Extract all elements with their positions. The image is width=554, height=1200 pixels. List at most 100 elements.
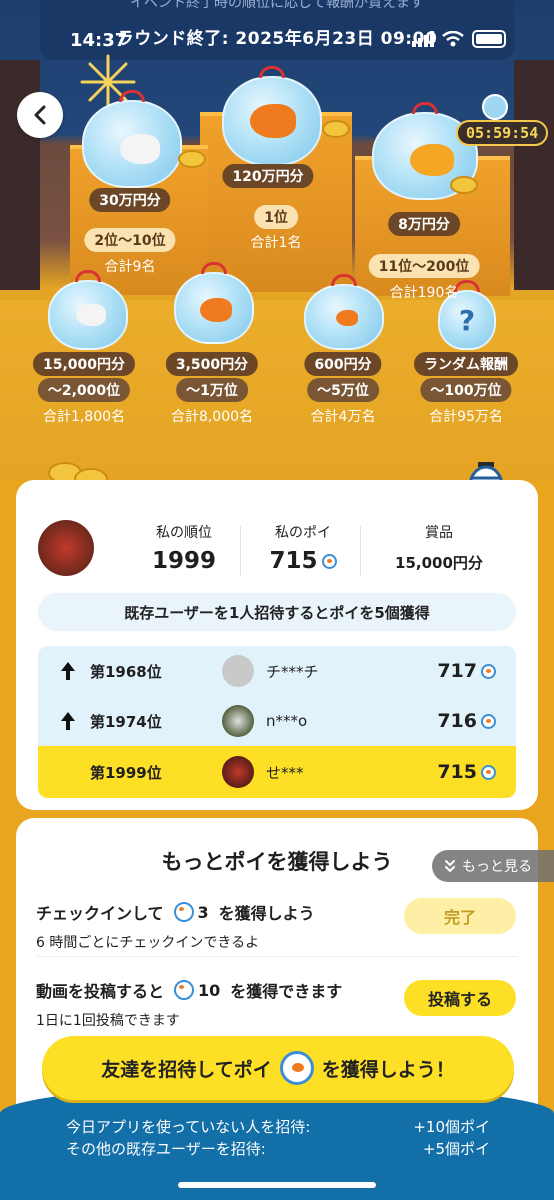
- tier-count: 合計1,800名: [42, 409, 126, 425]
- poi-icon: [279, 1051, 314, 1085]
- question-mark-icon: ?: [458, 303, 476, 337]
- ranking-row-me[interactable]: 第1999位 せ*** 715: [38, 746, 516, 798]
- mission-amount: 3: [197, 902, 209, 922]
- countdown-timer: 05:59:54: [456, 120, 549, 146]
- ranking-username: n***o: [266, 712, 308, 730]
- chevron-left-icon: [34, 105, 46, 125]
- post-video-button[interactable]: 投稿する: [404, 980, 516, 1016]
- goldfish-timer-icon: [482, 94, 508, 120]
- my-avatar: [38, 520, 94, 576]
- tier-count: 合計190名: [389, 285, 459, 301]
- mission-checkin: チェックインして 3 を獲得しよう 6 時間ごとにチェックインできるよ 完了: [36, 898, 516, 952]
- tier-prize: ランダム報酬: [414, 352, 518, 376]
- ranking-position: 第1968位: [90, 662, 162, 681]
- mission-divider: [36, 956, 518, 957]
- tier-rank: 〜1万位: [176, 378, 248, 402]
- mission-post-video: 動画を投稿すると 10 を獲得できます 1日に1回投稿できます 投稿する: [36, 978, 516, 1030]
- my-prize-stat: 賞品 15,000円分: [374, 522, 504, 573]
- goldfish-bag-second: [82, 90, 182, 188]
- coin-icon: [450, 176, 478, 194]
- mission-amount: 10: [198, 980, 221, 1000]
- tier-prize: 15,000円分: [32, 352, 136, 376]
- poi-icon: [174, 980, 195, 1000]
- ranking-username: チ***チ: [266, 662, 319, 681]
- ranking-score-value: 715: [437, 761, 477, 783]
- mission-title-post: を獲得しよう: [218, 904, 315, 923]
- user-avatar: [222, 655, 254, 687]
- tier-count: 合計9名: [104, 259, 156, 275]
- my-rank-label: 私の順位: [156, 525, 212, 541]
- see-more-button[interactable]: もっと見る: [432, 850, 554, 882]
- tier-rank: 〜100万位: [420, 378, 512, 402]
- tier-rank: 〜5万位: [307, 378, 379, 402]
- coin-icon: [322, 120, 350, 138]
- stat-divider: [240, 526, 241, 576]
- invite-cta-label-pre: 友達を招待してポイ: [101, 1058, 272, 1081]
- poi-icon: [321, 553, 337, 569]
- invite-bonus-value: +5個ポイ: [422, 1140, 490, 1158]
- stat-divider: [360, 526, 361, 576]
- checkin-done-button[interactable]: 完了: [404, 898, 516, 934]
- double-chevron-down-icon: [445, 860, 455, 873]
- my-poi-stat: 私のポイ 715: [248, 522, 358, 574]
- wifi-icon: [442, 31, 464, 47]
- curtain-right: [514, 60, 554, 290]
- ranking-position: 第1999位: [90, 763, 162, 782]
- signal-icon: [412, 31, 434, 47]
- ranking-position: 第1974位: [90, 712, 162, 731]
- invite-bonus-value: +10個ポイ: [413, 1118, 490, 1136]
- status-icons: [412, 30, 506, 48]
- coin-icon: [178, 150, 206, 168]
- invite-bonus-label: その他の既存ユーザーを招待:: [66, 1140, 266, 1158]
- goldfish-bag-tier6: [304, 274, 384, 350]
- poi-icon: [481, 764, 496, 780]
- user-avatar: [222, 756, 254, 788]
- prize-hero: イベント終了時の順位に応じて報酬が貰えます ラウンド終了: 2025年6月23日…: [0, 0, 554, 480]
- status-time: 14:37: [70, 30, 128, 51]
- see-more-label: もっと見る: [462, 859, 532, 875]
- my-prize-value: 15,000円分: [395, 554, 483, 572]
- ranking-row[interactable]: 第1974位 n***o 716: [38, 696, 516, 746]
- tier-prize: 600円分: [304, 352, 382, 376]
- arrow-up-icon: [61, 712, 75, 730]
- tier-prize: 8万円分: [388, 212, 460, 236]
- back-button[interactable]: [17, 92, 63, 138]
- tier-rank: 1位: [254, 205, 298, 229]
- my-poi-value-row: 715: [248, 548, 358, 574]
- tier-prize: 120万円分: [222, 164, 314, 188]
- tier-rank: 〜2,000位: [37, 378, 131, 402]
- my-ranking-card: 私の順位 1999 私のポイ 715 賞品 15,000円分 既存ユーザーを1人…: [16, 480, 538, 810]
- arrow-up-icon: [61, 662, 75, 680]
- tier-count: 合計4万名: [310, 409, 376, 425]
- tier-rank: 11位〜200位: [368, 254, 480, 278]
- mission-title-pre: チェックインして: [36, 904, 164, 923]
- home-indicator: [178, 1182, 376, 1188]
- my-rank-value: 1999: [151, 548, 216, 574]
- poi-icon: [481, 663, 496, 679]
- battery-icon: [472, 30, 506, 48]
- tier-count: 合計8,000名: [170, 409, 254, 425]
- invite-friends-button[interactable]: 友達を招待してポイ を獲得しよう！: [42, 1036, 514, 1100]
- poi-icon: [173, 902, 194, 922]
- tier-count: 合計95万名: [429, 409, 503, 425]
- my-prize-label: 賞品: [425, 525, 453, 541]
- poi-icon: [481, 713, 496, 729]
- goldfish-bag-tier4: [48, 270, 128, 350]
- ranking-score-value: 716: [437, 710, 477, 732]
- ranking-score: 716: [437, 710, 496, 732]
- invite-info-banner[interactable]: 既存ユーザーを1人招待するとポイを5個獲得: [38, 593, 516, 631]
- ranking-row[interactable]: 第1968位 チ***チ 717: [38, 646, 516, 696]
- banner-description: イベント終了時の順位に応じて報酬が貰えます: [130, 0, 424, 11]
- my-rank-stat: 私の順位 1999: [126, 522, 242, 574]
- invite-cta-label-post: を獲得しよう！: [321, 1058, 455, 1081]
- ranking-score-value: 717: [437, 660, 477, 682]
- tier-prize: 30万円分: [89, 188, 171, 212]
- mission-description: 6 時間ごとにチェックインできるよ: [36, 935, 260, 951]
- nearby-ranking-list: 第1968位 チ***チ 717 第1974位 n***o 716 第1999位…: [38, 646, 516, 798]
- user-avatar: [222, 705, 254, 737]
- goldfish-bag-tier5: [174, 262, 254, 344]
- my-poi-value: 715: [269, 548, 318, 574]
- tier-count: 合計1名: [250, 235, 302, 251]
- tier-prize: 3,500円分: [165, 352, 259, 376]
- goldfish-bag-first: [222, 66, 322, 166]
